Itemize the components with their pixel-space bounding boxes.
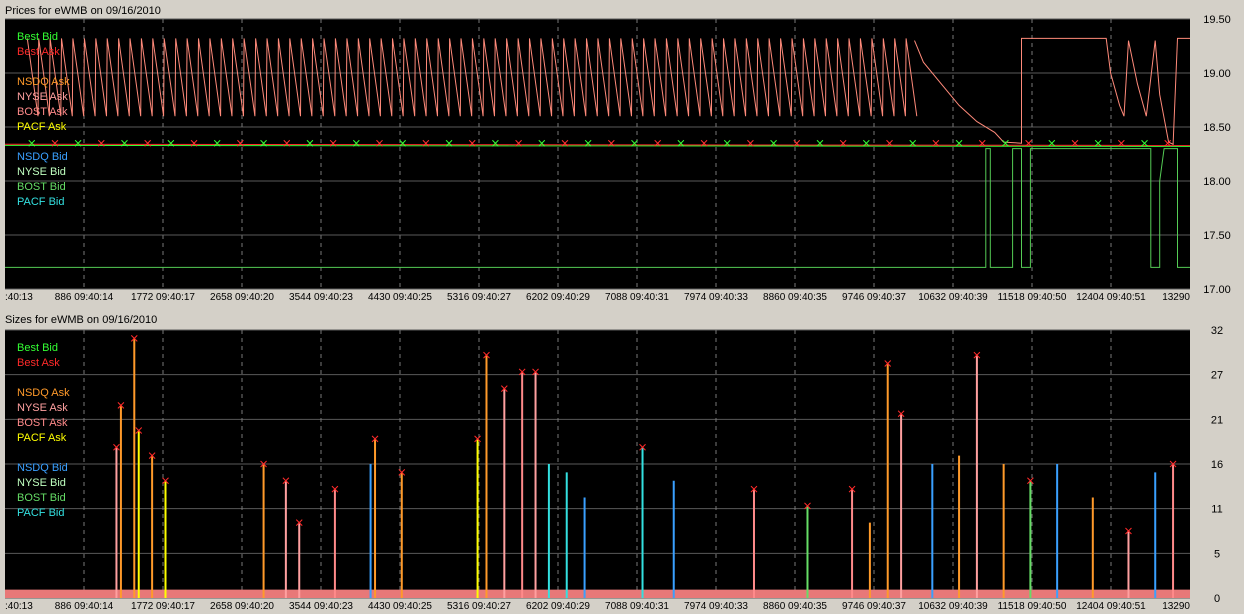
x-tick-label: 12404 09:40:51 xyxy=(1076,601,1146,612)
legend-entry: BOST Bid xyxy=(17,181,66,193)
legend-entry: Best Ask xyxy=(17,46,60,58)
legend-entry: PACF Ask xyxy=(17,432,67,444)
x-tick-label: 4430 09:40:25 xyxy=(368,292,432,303)
x-tick-label: 7974 09:40:33 xyxy=(684,292,748,303)
y-tick-label: 18.00 xyxy=(1203,176,1231,188)
x-tick-label: 6202 09:40:29 xyxy=(526,601,590,612)
y-tick-label: 5 xyxy=(1214,548,1220,560)
x-tick-label: 10632 09:40:39 xyxy=(918,601,988,612)
x-tick-label: 7088 09:40:31 xyxy=(605,292,669,303)
y-tick-label: 19.50 xyxy=(1203,14,1231,26)
x-tick-label: 886 09:40:14 xyxy=(55,292,114,303)
x-tick-label: 9746 09:40:37 xyxy=(842,292,906,303)
x-tick-label: :40:13 xyxy=(5,292,33,303)
x-tick-label: 2658 09:40:20 xyxy=(210,292,274,303)
legend-entry: PACF Bid xyxy=(17,196,64,208)
legend-entry: NYSE Bid xyxy=(17,166,66,178)
y-tick-label: 17.00 xyxy=(1203,284,1231,296)
y-tick-label: 16 xyxy=(1211,459,1223,471)
x-tick-label: 11518 09:40:50 xyxy=(998,292,1067,303)
legend-entry: Best Bid xyxy=(17,342,58,354)
legend-entry: BOST Bid xyxy=(17,492,66,504)
legend-entry: Best Bid xyxy=(17,31,58,43)
x-tick-label: 13290 xyxy=(1162,292,1190,303)
legend-entry: PACF Ask xyxy=(17,121,67,133)
x-tick-label: 1772 09:40:17 xyxy=(131,601,195,612)
x-tick-label: 10632 09:40:39 xyxy=(918,292,988,303)
x-tick-label: 6202 09:40:29 xyxy=(526,292,590,303)
legend-entry: PACF Bid xyxy=(17,507,64,519)
x-tick-label: 9746 09:40:37 xyxy=(842,601,906,612)
x-tick-label: 3544 09:40:23 xyxy=(289,292,353,303)
x-tick-label: 4430 09:40:25 xyxy=(368,601,432,612)
x-tick-label: 5316 09:40:27 xyxy=(447,601,511,612)
x-tick-label: 12404 09:40:51 xyxy=(1076,292,1146,303)
y-tick-label: 18.50 xyxy=(1203,122,1231,134)
y-tick-label: 17.50 xyxy=(1203,230,1231,242)
x-tick-label: 3544 09:40:23 xyxy=(289,601,353,612)
x-tick-label: 7088 09:40:31 xyxy=(605,601,669,612)
baseline-band xyxy=(5,589,1190,598)
legend-entry: NSDQ Ask xyxy=(17,76,70,88)
prices-panel-title: Prices for eWMB on 09/16/2010 xyxy=(5,5,161,17)
x-tick-label: 8860 09:40:35 xyxy=(763,601,827,612)
y-tick-label: 32 xyxy=(1211,325,1223,337)
x-tick-label: 5316 09:40:27 xyxy=(447,292,511,303)
legend-entry: Best Ask xyxy=(17,357,60,369)
x-tick-label: :40:13 xyxy=(5,601,33,612)
legend-entry: NYSE Ask xyxy=(17,402,68,414)
legend-entry: NYSE Bid xyxy=(17,477,66,489)
legend-entry: NYSE Ask xyxy=(17,91,68,103)
y-tick-label: 19.00 xyxy=(1203,68,1231,80)
chart-root: Prices for eWMB on 09/16/2010 19.50 19.00… xyxy=(0,0,1244,614)
legend-entry: NSDQ Ask xyxy=(17,387,70,399)
x-tick-label: 13290 xyxy=(1162,601,1190,612)
legend-entry: BOST Ask xyxy=(17,417,68,429)
legend-entry: NSDQ Bid xyxy=(17,151,68,163)
y-tick-label: 27 xyxy=(1211,370,1223,382)
x-tick-label: 7974 09:40:33 xyxy=(684,601,748,612)
x-tick-label: 11518 09:40:50 xyxy=(998,601,1067,612)
x-tick-label: 1772 09:40:17 xyxy=(131,292,195,303)
y-tick-label: 11 xyxy=(1211,504,1222,516)
legend-entry: BOST Ask xyxy=(17,106,68,118)
x-tick-label: 8860 09:40:35 xyxy=(763,292,827,303)
legend-entry: NSDQ Bid xyxy=(17,462,68,474)
y-tick-label: 0 xyxy=(1214,593,1220,605)
sizes-panel-title: Sizes for eWMB on 09/16/2010 xyxy=(5,314,157,326)
y-tick-label: 21 xyxy=(1211,414,1223,426)
x-tick-label: 2658 09:40:20 xyxy=(210,601,274,612)
x-tick-label: 886 09:40:14 xyxy=(55,601,114,612)
